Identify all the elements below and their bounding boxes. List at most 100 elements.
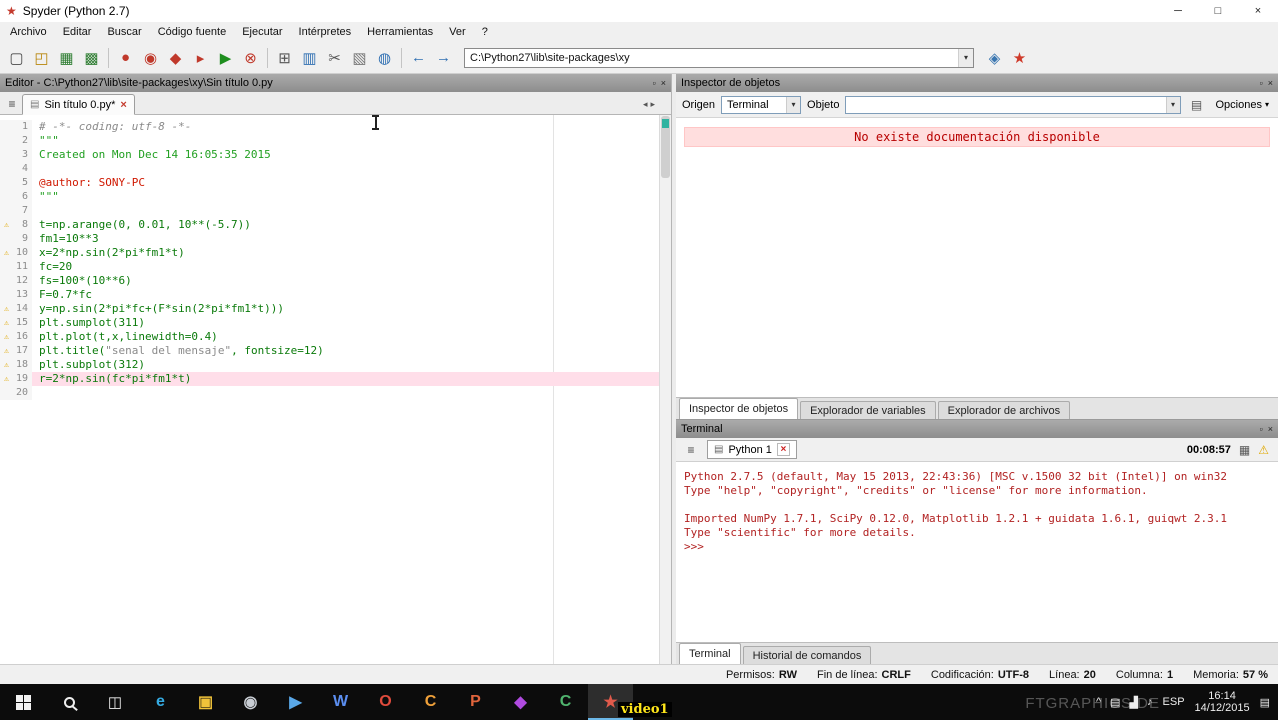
taskbar-media-icon[interactable]: ▶ <box>273 684 318 720</box>
close-button[interactable]: × <box>1238 0 1278 22</box>
taskbar-app-icon[interactable]: ◆ <box>498 684 543 720</box>
taskbar-search-button[interactable] <box>46 684 92 720</box>
save-all-icon[interactable]: ▩ <box>79 45 104 70</box>
chevron-down-icon[interactable]: ▾ <box>958 48 973 67</box>
tab-scroll-right-icon[interactable]: ▸ <box>650 99 655 110</box>
taskbar-explorer-icon[interactable]: ▣ <box>183 684 228 720</box>
plot-icon[interactable]: ▥ <box>297 45 322 70</box>
debug-cell-icon[interactable]: ◉ <box>138 45 163 70</box>
options-button[interactable]: Opciones ▾ <box>1213 99 1273 111</box>
console-menu-icon[interactable]: ≡ <box>681 440 701 460</box>
panel-tab[interactable]: Inspector de objetos <box>679 398 799 419</box>
maximize-button[interactable]: □ <box>1198 0 1238 22</box>
terminal-console-tab[interactable]: ▤ Python 1 × <box>707 440 797 459</box>
menu-item[interactable]: Ejecutar <box>234 24 290 40</box>
browse-tabs-icon[interactable]: ≡ <box>2 94 22 114</box>
menu-item[interactable]: Código fuente <box>150 24 235 40</box>
sep[interactable] <box>108 47 109 68</box>
code-line: 20 <box>0 386 671 400</box>
layers-icon[interactable]: ▧ <box>347 45 372 70</box>
object-input[interactable]: ▾ <box>845 95 1181 114</box>
code-text: plt.plot(t,x,linewidth=0.4) <box>39 330 218 343</box>
menu-item[interactable]: ? <box>474 24 496 40</box>
open-file-icon[interactable]: ◰ <box>29 45 54 70</box>
taskbar-clock[interactable]: 16:14 14/12/2015 <box>1195 690 1250 714</box>
new-file-icon[interactable]: ▢ <box>4 45 29 70</box>
run-icon[interactable]: ▶ <box>213 45 238 70</box>
interrupt-icon[interactable]: ▦ <box>1239 443 1250 457</box>
rich-text-icon[interactable]: ▤ <box>1187 95 1207 115</box>
gutter: 6 <box>0 190 32 204</box>
chevron-down-icon[interactable]: ▾ <box>1165 96 1180 113</box>
menu-item[interactable]: Archivo <box>2 24 55 40</box>
gutter: 1 <box>0 120 32 134</box>
stop-icon[interactable]: ⊗ <box>238 45 263 70</box>
python-logo-icon[interactable]: ◈ <box>982 45 1007 70</box>
editor-tab[interactable]: ▤ Sin título 0.py* × <box>22 94 135 115</box>
menu-item[interactable]: Herramientas <box>359 24 441 40</box>
warning-icon[interactable]: ⚠ <box>1258 443 1269 457</box>
tab-close-icon[interactable]: × <box>120 99 126 111</box>
panel-tab[interactable]: Historial de comandos <box>742 646 872 664</box>
gutter: 2 <box>0 134 32 148</box>
action-center-icon[interactable]: ▤ <box>1260 696 1270 709</box>
title-bar: ★ Spyder (Python 2.7) ─ □ × <box>0 0 1278 22</box>
menu-item[interactable]: Editar <box>55 24 100 40</box>
terminal-output[interactable]: Python 2.7.5 (default, May 15 2013, 22:4… <box>676 462 1278 642</box>
language-indicator[interactable]: ESP <box>1163 696 1185 708</box>
save-icon[interactable]: ▦ <box>54 45 79 70</box>
working-directory-combo[interactable]: C:\Python27\lib\site-packages\xy ▾ <box>464 47 974 68</box>
taskbar-app-icon[interactable]: C <box>408 684 453 720</box>
spyder-icon[interactable]: ★ <box>1007 45 1032 70</box>
chevron-down-icon[interactable]: ▾ <box>786 96 801 113</box>
taskbar-edge-icon[interactable]: e <box>138 684 183 720</box>
taskbar-powerpoint-icon[interactable]: P <box>453 684 498 720</box>
warning-icon <box>0 134 13 148</box>
menu-item[interactable]: Buscar <box>99 24 149 40</box>
sep[interactable] <box>267 47 268 68</box>
editor-scrollbar[interactable] <box>659 115 671 664</box>
panel-tab[interactable]: Explorador de archivos <box>937 401 1071 419</box>
run-selection-icon[interactable]: ◆ <box>163 45 188 70</box>
start-button[interactable] <box>0 684 46 720</box>
console-tab-label: Python 1 <box>728 443 772 456</box>
undock-icon[interactable]: ▫ <box>1260 424 1263 434</box>
code-editor[interactable]: 1 # -*- coding: utf-8 -*- 2 """ 3 Create… <box>0 115 671 664</box>
debug-file-icon[interactable]: ● <box>113 45 138 70</box>
taskbar-apps: e ▣ ◉ ▶ W O C P ◆ C ★ <box>138 684 633 720</box>
tab-scroll-left-icon[interactable]: ◂ <box>643 99 648 110</box>
undock-icon[interactable]: ▫ <box>1260 78 1263 88</box>
close-icon[interactable]: × <box>661 78 666 88</box>
taskbar-opera-icon[interactable]: O <box>363 684 408 720</box>
status-item: Línea: 20 <box>1049 668 1096 681</box>
undock-icon[interactable]: ▫ <box>653 78 656 88</box>
gutter: 19 <box>0 372 32 386</box>
taskbar-word-icon[interactable]: W <box>318 684 363 720</box>
menu-item[interactable]: Intérpretes <box>291 24 360 40</box>
forward-icon[interactable]: → <box>431 45 456 70</box>
code-line: 3 Created on Mon Dec 14 16:05:35 2015 <box>0 148 671 162</box>
terminal-pane: Terminal ▫ × ≡ ▤ Python 1 × 00:08:57 ▦ ⚠ <box>676 420 1278 664</box>
web-icon[interactable]: ◍ <box>372 45 397 70</box>
line-number: 18 <box>15 359 28 370</box>
close-icon[interactable]: × <box>1268 424 1273 434</box>
terminal-tabs: Terminal Historial de comandos <box>676 642 1278 664</box>
gutter: 15 <box>0 316 32 330</box>
options-label: Opciones <box>1215 98 1262 111</box>
task-view-button[interactable]: ◫ <box>92 684 138 720</box>
minimize-button[interactable]: ─ <box>1158 0 1198 22</box>
cut-icon[interactable]: ✂ <box>322 45 347 70</box>
taskbar-dvd-icon[interactable]: ◉ <box>228 684 273 720</box>
origin-select[interactable]: Terminal ▾ <box>721 95 802 114</box>
console-close-icon[interactable]: × <box>776 443 790 456</box>
panel-tab[interactable]: Terminal <box>679 643 741 664</box>
continue-icon[interactable]: ▸ <box>188 45 213 70</box>
taskbar-app-icon[interactable]: C <box>543 684 588 720</box>
sep[interactable] <box>401 47 402 68</box>
console-icon[interactable]: ⊞ <box>272 45 297 70</box>
menu-item[interactable]: Ver <box>441 24 474 40</box>
close-icon[interactable]: × <box>1268 78 1273 88</box>
panel-tab[interactable]: Explorador de variables <box>800 401 936 419</box>
back-icon[interactable]: ← <box>406 45 431 70</box>
